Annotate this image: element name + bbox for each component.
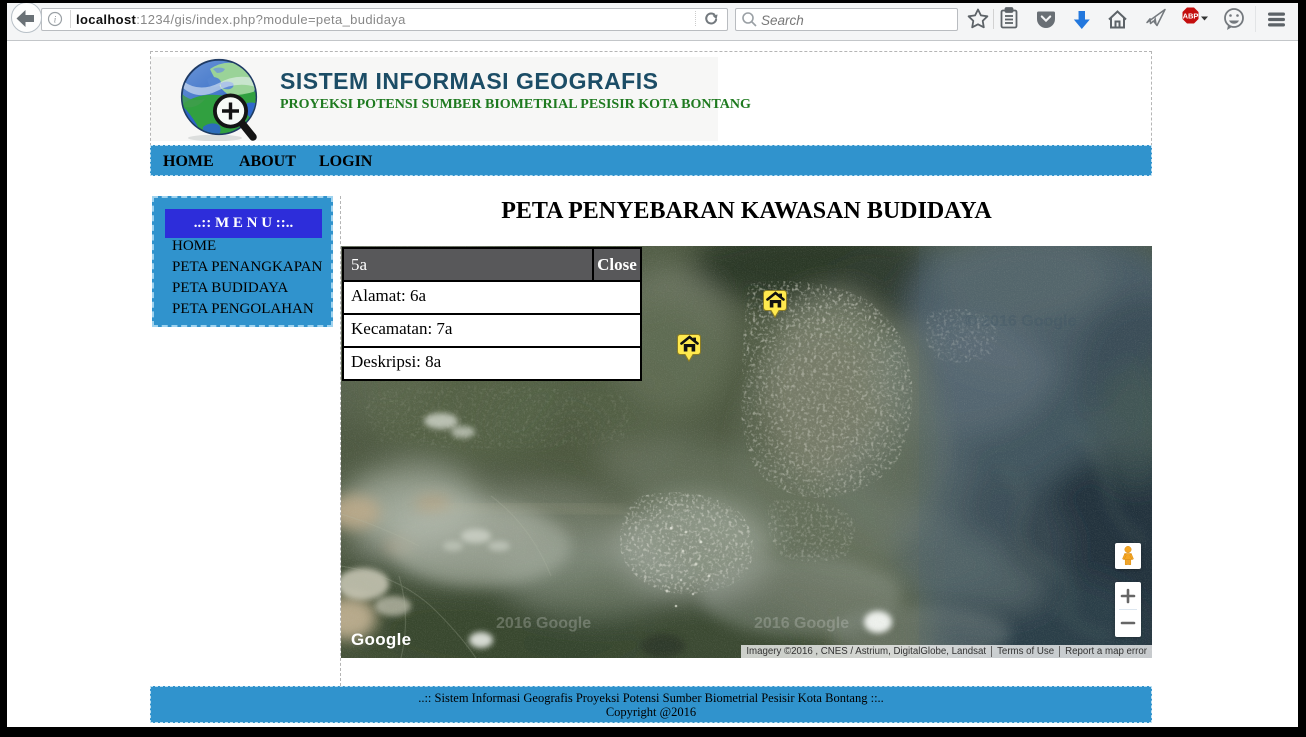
svg-text:© 2016 Google: © 2016 Google [965,313,1076,330]
svg-text:i: i [54,15,57,25]
svg-text:2016 Google: 2016 Google [496,615,591,632]
svg-text:ABP: ABP [1183,12,1199,21]
svg-text:2016 Google: 2016 Google [754,615,849,632]
